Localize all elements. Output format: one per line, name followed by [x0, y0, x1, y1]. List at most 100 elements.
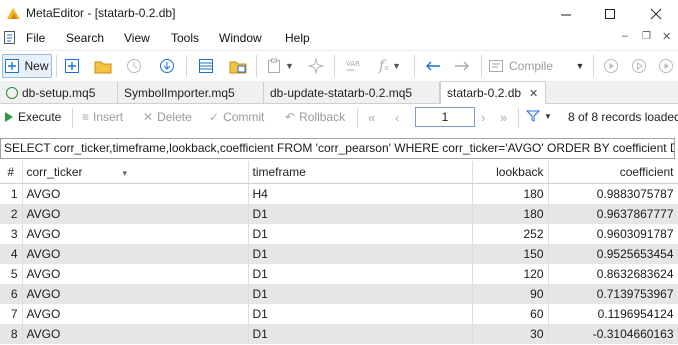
coefficient-cell[interactable]: 0.8632683624: [548, 264, 678, 284]
mdi-restore-icon[interactable]: ❐: [642, 31, 651, 42]
navigator-button[interactable]: [195, 54, 217, 78]
forward-button[interactable]: [451, 54, 473, 78]
lookback-cell[interactable]: 30: [472, 324, 549, 344]
coefficient-cell[interactable]: 0.7139753967: [548, 284, 678, 304]
lookback-cell[interactable]: 90: [472, 284, 549, 304]
doc-icon[interactable]: [4, 31, 16, 45]
tab-symbol-importer[interactable]: SymbolImporter.mq5: [118, 82, 264, 103]
insert-button[interactable]: ≡ Insert: [82, 110, 123, 124]
lookback-cell[interactable]: 150: [472, 244, 549, 264]
magic-button[interactable]: [305, 54, 327, 78]
timeframe-cell[interactable]: D1: [248, 264, 473, 284]
timeframe-cell[interactable]: H4: [248, 183, 473, 204]
debug-button[interactable]: [628, 54, 650, 78]
menu-window[interactable]: Window: [219, 31, 262, 45]
compile-dropdown[interactable]: ▼: [572, 54, 588, 78]
table-row[interactable]: 8 AVGO D1 30 -0.3104660163: [0, 324, 678, 344]
corr-ticker-cell[interactable]: AVGO: [22, 264, 249, 284]
column-header-coefficient[interactable]: coefficient: [548, 161, 678, 184]
corr-ticker-cell[interactable]: AVGO: [22, 183, 249, 204]
column-header-corr-ticker[interactable]: corr_ticker ▾: [22, 161, 249, 184]
table-row[interactable]: 6 AVGO D1 90 0.7139753967: [0, 284, 678, 304]
menu-search[interactable]: Search: [66, 31, 104, 45]
lookback-cell[interactable]: 252: [472, 224, 549, 244]
tab-db-update[interactable]: db-update-statarb-0.2.mq5: [264, 82, 440, 103]
corr-ticker-cell[interactable]: AVGO: [22, 324, 249, 344]
variable-button[interactable]: VAR: [341, 54, 367, 78]
corr-ticker-cell[interactable]: AVGO: [22, 204, 249, 224]
timeframe-cell[interactable]: D1: [248, 204, 473, 224]
lookback-cell[interactable]: 60: [472, 304, 549, 324]
lookback-cell[interactable]: 180: [472, 204, 549, 224]
table-row[interactable]: 1 AVGO H4 180 0.9883075787: [0, 183, 678, 204]
delete-button[interactable]: ✕ Delete: [143, 110, 192, 124]
timeframe-cell[interactable]: D1: [248, 224, 473, 244]
coefficient-cell[interactable]: 0.9603091787: [548, 224, 678, 244]
history-button[interactable]: [123, 54, 145, 78]
lookback-cell[interactable]: 120: [472, 264, 549, 284]
sql-query-input[interactable]: SELECT corr_ticker,timeframe,lookback,co…: [0, 138, 675, 159]
row-index-cell[interactable]: 5: [0, 264, 23, 284]
minimize-button[interactable]: [544, 0, 588, 28]
rollback-button[interactable]: ↶ Rollback: [285, 110, 345, 124]
next-page-button[interactable]: ›: [481, 110, 485, 125]
back-button[interactable]: [422, 54, 444, 78]
timeframe-cell[interactable]: D1: [248, 324, 473, 344]
new-button[interactable]: New: [2, 54, 52, 78]
filter-dropdown[interactable]: ▼: [526, 110, 552, 122]
column-header-index[interactable]: #: [0, 161, 23, 184]
coefficient-cell[interactable]: 0.9637867777: [548, 204, 678, 224]
close-tab-icon[interactable]: ✕: [529, 87, 538, 100]
timeframe-cell[interactable]: D1: [248, 304, 473, 324]
mdi-minimize-icon[interactable]: –: [622, 30, 628, 42]
commit-button[interactable]: ✓ Commit: [209, 110, 264, 124]
table-row[interactable]: 2 AVGO D1 180 0.9637867777: [0, 204, 678, 224]
corr-ticker-cell[interactable]: AVGO: [22, 284, 249, 304]
table-row[interactable]: 3 AVGO D1 252 0.9603091787: [0, 224, 678, 244]
row-index-cell[interactable]: 6: [0, 284, 23, 304]
coefficient-cell[interactable]: 0.9525653454: [548, 244, 678, 264]
table-row[interactable]: 4 AVGO D1 150 0.9525653454: [0, 244, 678, 264]
coefficient-cell[interactable]: -0.3104660163: [548, 324, 678, 344]
tab-statarb-db[interactable]: statarb-0.2.db ✕: [440, 81, 546, 104]
row-index-cell[interactable]: 8: [0, 324, 23, 344]
table-row[interactable]: 7 AVGO D1 60 0.1196954124: [0, 304, 678, 324]
timeframe-cell[interactable]: D1: [248, 284, 473, 304]
coefficient-cell[interactable]: 0.9883075787: [548, 183, 678, 204]
run-button[interactable]: [600, 54, 622, 78]
execute-button[interactable]: Execute: [4, 110, 61, 124]
mdi-close-icon[interactable]: ✕: [662, 30, 671, 43]
timeframe-cell[interactable]: D1: [248, 244, 473, 264]
row-index-cell[interactable]: 7: [0, 304, 23, 324]
column-header-timeframe[interactable]: timeframe: [248, 161, 473, 184]
row-index-cell[interactable]: 1: [0, 183, 23, 204]
compile-button[interactable]: Compile: [488, 54, 568, 78]
tab-db-setup[interactable]: db-setup.mq5: [0, 82, 118, 103]
last-page-button[interactable]: »: [500, 110, 507, 125]
page-number-input[interactable]: 1: [415, 107, 475, 127]
snippet-button[interactable]: ▼: [262, 54, 298, 78]
menu-help[interactable]: Help: [285, 31, 310, 45]
download-button[interactable]: [156, 54, 178, 78]
corr-ticker-cell[interactable]: AVGO: [22, 244, 249, 264]
corr-ticker-cell[interactable]: AVGO: [22, 224, 249, 244]
lookback-cell[interactable]: 180: [472, 183, 549, 204]
coefficient-cell[interactable]: 0.1196954124: [548, 304, 678, 324]
step-button[interactable]: [656, 54, 676, 78]
row-index-cell[interactable]: 4: [0, 244, 23, 264]
toolbox-button[interactable]: [227, 54, 249, 78]
prev-page-button[interactable]: ‹: [395, 110, 399, 125]
row-index-cell[interactable]: 2: [0, 204, 23, 224]
open-folder-button[interactable]: [92, 54, 114, 78]
table-row[interactable]: 5 AVGO D1 120 0.8632683624: [0, 264, 678, 284]
menu-file[interactable]: File: [26, 31, 45, 45]
corr-ticker-cell[interactable]: AVGO: [22, 304, 249, 324]
menu-view[interactable]: View: [124, 31, 150, 45]
first-page-button[interactable]: «: [368, 110, 375, 125]
column-header-lookback[interactable]: lookback: [472, 161, 549, 184]
close-button[interactable]: [634, 0, 678, 28]
row-index-cell[interactable]: 3: [0, 224, 23, 244]
maximize-button[interactable]: [588, 0, 632, 28]
menu-tools[interactable]: Tools: [171, 31, 199, 45]
new-file-button[interactable]: [61, 54, 83, 78]
